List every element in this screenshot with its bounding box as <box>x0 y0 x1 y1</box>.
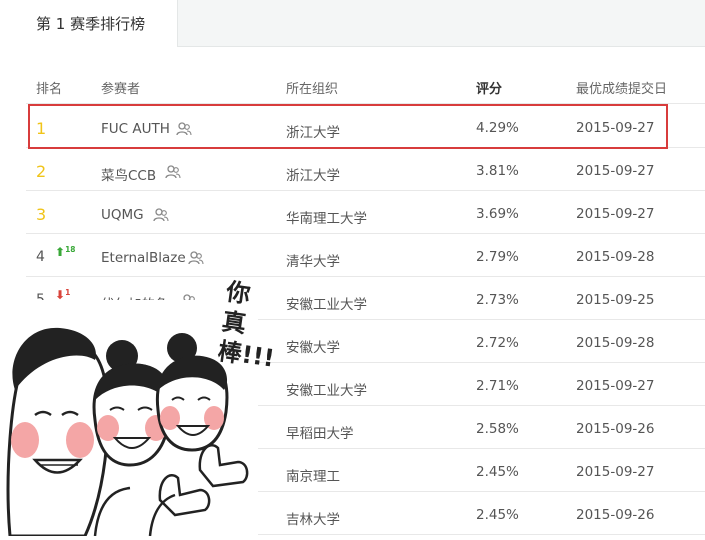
rank-cell: 2 <box>36 162 47 181</box>
tab-season-1[interactable]: 第 1 赛季排行榜 <box>0 0 178 47</box>
date-cell: 2015-09-27 <box>576 163 655 179</box>
org-cell: 早稻田大学 <box>286 426 354 442</box>
tab-bar: 第 1 赛季排行榜 <box>0 0 705 47</box>
trend-change: 1 <box>65 288 71 297</box>
header-score[interactable]: 评分 <box>476 78 502 97</box>
date-cell: 2015-09-27 <box>576 206 655 222</box>
header-org[interactable]: 所在组织 <box>286 78 338 97</box>
score-cell: 2.58% <box>476 421 519 437</box>
score-cell: 3.69% <box>476 206 519 222</box>
org-cell: 华南理工大学 <box>286 211 367 227</box>
org-cell: 安徽大学 <box>286 340 340 356</box>
date-cell: 2015-09-28 <box>576 335 655 351</box>
header-participant[interactable]: 参赛者 <box>101 78 140 97</box>
participant-name[interactable]: EternalBlaze <box>101 250 186 266</box>
arrow-up-icon: ⬆18 <box>55 245 76 259</box>
row-divider <box>26 190 705 191</box>
sticker-image: 你真棒!!! <box>0 278 276 538</box>
score-cell: 2.71% <box>476 378 519 394</box>
team-people-icon[interactable] <box>153 208 169 222</box>
org-cell: 清华大学 <box>286 254 340 270</box>
team-people-icon[interactable] <box>188 251 204 265</box>
team-people-icon[interactable] <box>165 165 181 179</box>
org-cell: 南京理工 <box>286 469 340 485</box>
date-cell: 2015-09-26 <box>576 507 655 523</box>
highlight-box <box>28 104 668 149</box>
score-cell: 2.72% <box>476 335 519 351</box>
participant-name[interactable]: UQMG <box>101 207 144 223</box>
date-cell: 2015-09-27 <box>576 378 655 394</box>
org-cell: 浙江大学 <box>286 168 340 184</box>
org-cell: 安徽工业大学 <box>286 383 367 399</box>
date-cell: 2015-09-26 <box>576 421 655 437</box>
date-cell: 2015-09-28 <box>576 249 655 265</box>
date-cell: 2015-09-25 <box>576 292 655 308</box>
trend-change: 18 <box>65 245 76 254</box>
row-divider <box>26 276 705 277</box>
tab-label: 第 1 赛季排行榜 <box>36 15 146 33</box>
row-divider <box>26 233 705 234</box>
trend-up-arrow: ⬆ <box>55 245 66 259</box>
org-cell: 安徽工业大学 <box>286 297 367 313</box>
date-cell: 2015-09-27 <box>576 464 655 480</box>
header-date[interactable]: 最优成绩提交日 <box>576 78 667 97</box>
rank-cell: 3 <box>36 205 47 224</box>
participant-name[interactable]: 菜鸟CCB <box>101 164 156 184</box>
score-cell: 3.81% <box>476 163 519 179</box>
header-rank[interactable]: 排名 <box>36 78 62 97</box>
org-cell: 吉林大学 <box>286 512 340 528</box>
rank-cell: 4 <box>36 249 45 265</box>
score-cell: 2.73% <box>476 292 519 308</box>
score-cell: 2.45% <box>476 507 519 523</box>
score-cell: 2.79% <box>476 249 519 265</box>
score-cell: 2.45% <box>476 464 519 480</box>
